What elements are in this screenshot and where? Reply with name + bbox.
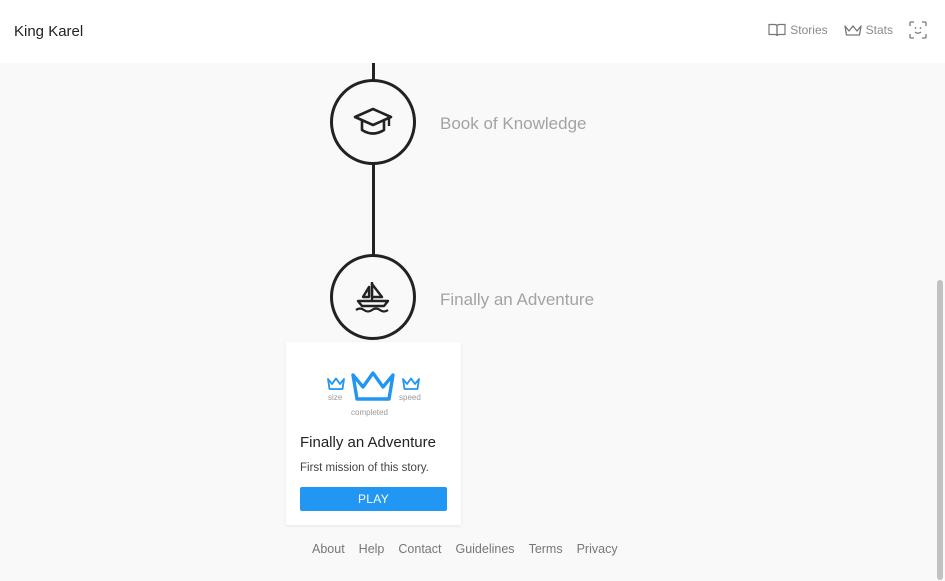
mission-description: First mission of this story. bbox=[300, 462, 429, 474]
completed-crown-label: completed bbox=[351, 408, 388, 417]
speed-crown-label: speed bbox=[399, 393, 421, 402]
footer-link-privacy[interactable]: Privacy bbox=[577, 542, 618, 556]
node-label-finally-an-adventure[interactable]: Finally an Adventure bbox=[440, 290, 594, 310]
nav-scan[interactable] bbox=[909, 21, 931, 39]
graduation-cap-icon bbox=[353, 107, 393, 135]
nav-stats-label: Stats bbox=[865, 23, 893, 37]
node-finally-an-adventure[interactable] bbox=[330, 254, 416, 340]
speed-crown-icon bbox=[402, 377, 420, 390]
path-connector-middle bbox=[372, 162, 375, 258]
completed-crown-icon bbox=[351, 371, 395, 401]
size-crown-label: size bbox=[328, 393, 343, 402]
footer-link-help[interactable]: Help bbox=[359, 542, 385, 556]
book-icon bbox=[768, 23, 786, 37]
crown-icon bbox=[843, 25, 862, 36]
footer: About Help Contact Guidelines Terms Priv… bbox=[312, 542, 632, 556]
footer-link-terms[interactable]: Terms bbox=[529, 542, 563, 556]
sailboat-icon bbox=[355, 282, 390, 313]
mission-title: Finally an Adventure bbox=[300, 434, 436, 451]
scrollbar-thumb[interactable] bbox=[937, 280, 943, 580]
nav-stories[interactable]: Stories bbox=[768, 23, 828, 37]
mission-card: size completed speed Finally an Adventur… bbox=[286, 342, 461, 525]
node-label-book-of-knowledge[interactable]: Book of Knowledge bbox=[440, 114, 587, 134]
nav-stories-label: Stories bbox=[790, 23, 828, 37]
scan-face-icon bbox=[909, 21, 927, 39]
top-bar: King Karel Stories Stats bbox=[0, 0, 945, 63]
footer-link-guidelines[interactable]: Guidelines bbox=[455, 542, 514, 556]
footer-link-contact[interactable]: Contact bbox=[398, 542, 441, 556]
node-book-of-knowledge[interactable] bbox=[330, 79, 416, 165]
mission-crowns: size completed speed bbox=[286, 370, 461, 420]
nav-stats[interactable]: Stats bbox=[843, 23, 893, 37]
play-button[interactable]: PLAY bbox=[300, 487, 447, 511]
top-nav: Stories Stats bbox=[752, 21, 931, 39]
app-title[interactable]: King Karel bbox=[14, 23, 83, 40]
size-crown-icon bbox=[327, 377, 345, 390]
footer-link-about[interactable]: About bbox=[312, 542, 345, 556]
